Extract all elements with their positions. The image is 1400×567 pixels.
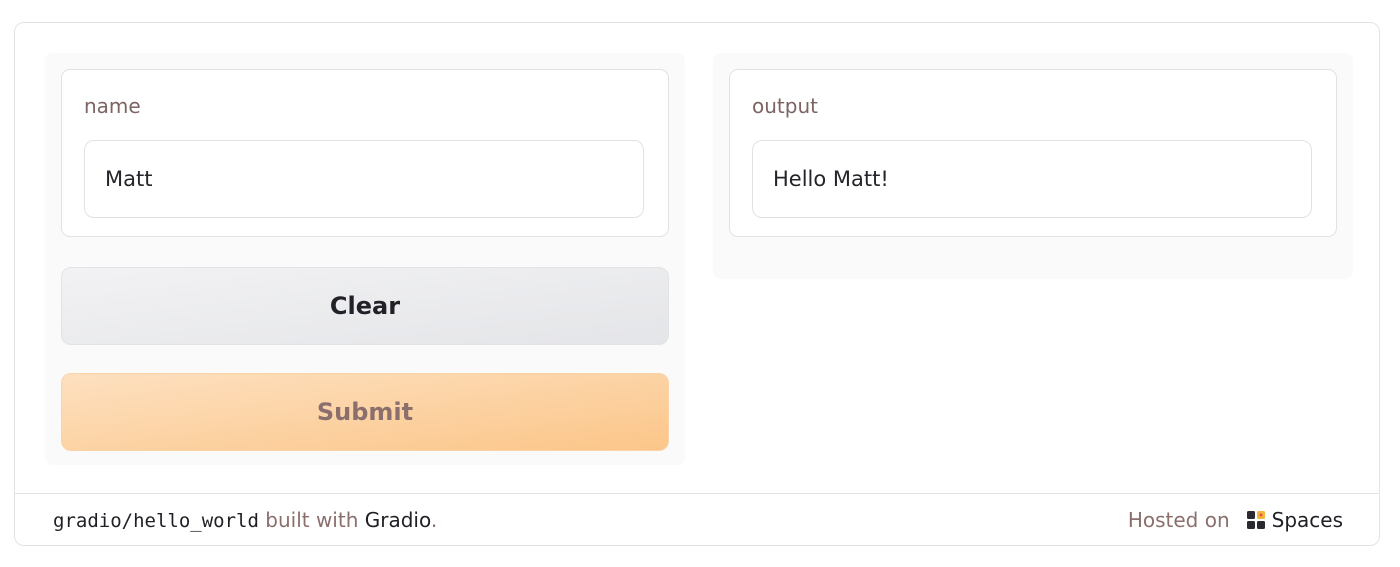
name-block: name — [61, 69, 669, 237]
submit-button[interactable]: Submit — [61, 373, 669, 451]
spaces-link[interactable]: Spaces — [1272, 508, 1343, 532]
name-label: name — [84, 94, 141, 118]
output-block: output Hello Matt! — [729, 69, 1337, 237]
output-textbox[interactable]: Hello Matt! — [752, 140, 1312, 218]
built-with-text: built with — [265, 508, 359, 532]
output-column: output Hello Matt! — [713, 53, 1353, 279]
footer-attribution: gradio/hello_world built with Gradio. — [53, 508, 437, 532]
input-column: name Clear Submit — [45, 53, 685, 465]
repo-name: gradio/hello_world — [53, 510, 259, 532]
submit-button-label: Submit — [316, 398, 414, 426]
name-input[interactable] — [84, 140, 644, 218]
clear-button-label: Clear — [329, 292, 401, 320]
gradio-link[interactable]: Gradio — [358, 508, 431, 532]
footer: gradio/hello_world built with Gradio. Ho… — [15, 493, 1379, 545]
footer-period: . — [430, 508, 438, 532]
output-label: output — [752, 94, 818, 118]
hosted-on: Hosted on Spaces — [1128, 508, 1343, 532]
clear-button[interactable]: Clear — [61, 267, 669, 345]
hosted-on-text: Hosted on — [1127, 508, 1230, 532]
app-container: name Clear Submit output Hello Matt! gra… — [14, 22, 1380, 546]
spaces-icon — [1246, 510, 1266, 530]
